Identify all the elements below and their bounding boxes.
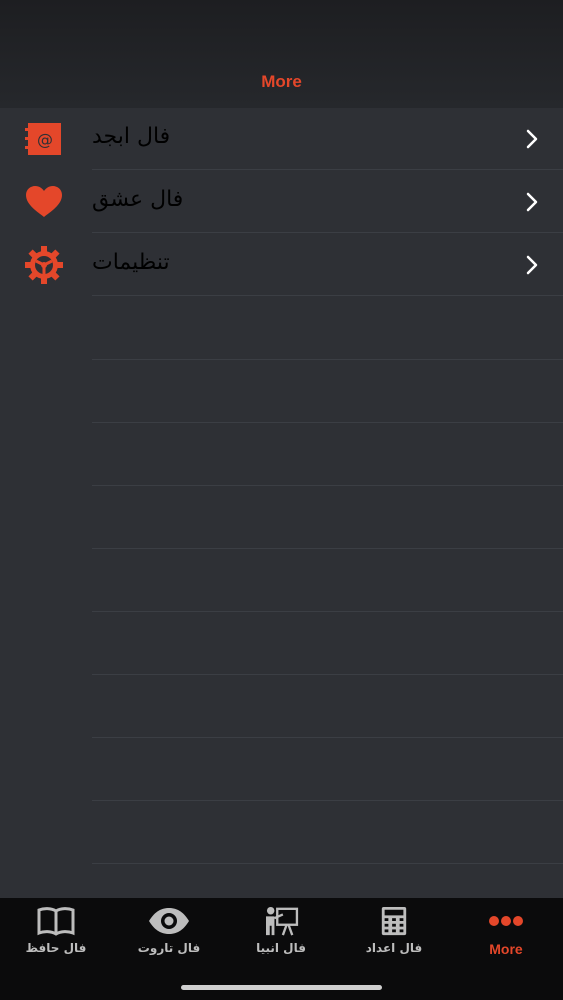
tab-label: فال انبیا: [256, 941, 306, 955]
menu-item-settings[interactable]: تنظیمات: [0, 234, 563, 296]
empty-row-divider: [92, 359, 563, 360]
tab-numbers[interactable]: فال اعداد: [338, 898, 450, 978]
empty-row-divider: [92, 863, 563, 864]
menu-item-label: فال ابجد: [92, 124, 171, 149]
chevron-right-icon: [526, 192, 538, 212]
menu-list: @ فال ابجد فال عشق تنظیمات: [0, 108, 563, 898]
tab-hafez[interactable]: فال حافظ: [0, 898, 112, 978]
tab-label: More: [489, 941, 523, 957]
menu-item-label: تنظیمات: [92, 250, 170, 275]
page-title: More: [261, 72, 302, 91]
menu-item-label: فال عشق: [92, 187, 184, 212]
chevron-right-icon: [526, 255, 538, 275]
tab-label: فال تاروت: [137, 941, 201, 955]
tab-label: فال اعداد: [365, 941, 423, 955]
navigation-bar: More: [0, 0, 563, 108]
empty-row-divider: [92, 548, 563, 549]
empty-row-divider: [92, 800, 563, 801]
teacher-board-icon: [266, 906, 299, 936]
book-icon: [37, 907, 75, 936]
menu-item-love[interactable]: فال عشق: [0, 171, 563, 233]
home-indicator: [181, 985, 382, 990]
empty-row-divider: [92, 485, 563, 486]
empty-row-divider: [92, 422, 563, 423]
svg-text:@: @: [37, 130, 53, 149]
tab-label: فال حافظ: [25, 941, 87, 955]
tab-prophets[interactable]: فال انبیا: [225, 898, 337, 978]
tab-more[interactable]: More: [450, 898, 562, 978]
heart-icon: [24, 183, 64, 221]
calculator-icon: [381, 906, 407, 936]
at-sign-notebook-icon: @: [24, 120, 64, 158]
chevron-right-icon: [526, 129, 538, 149]
gear-icon: [24, 246, 64, 284]
empty-row-divider: [92, 611, 563, 612]
empty-row-divider: [92, 737, 563, 738]
eye-icon: [149, 908, 189, 934]
tab-tarot[interactable]: فال تاروت: [113, 898, 225, 978]
empty-row-divider: [92, 674, 563, 675]
more-dots-icon: [489, 916, 523, 926]
menu-item-abjad[interactable]: @ فال ابجد: [0, 108, 563, 170]
